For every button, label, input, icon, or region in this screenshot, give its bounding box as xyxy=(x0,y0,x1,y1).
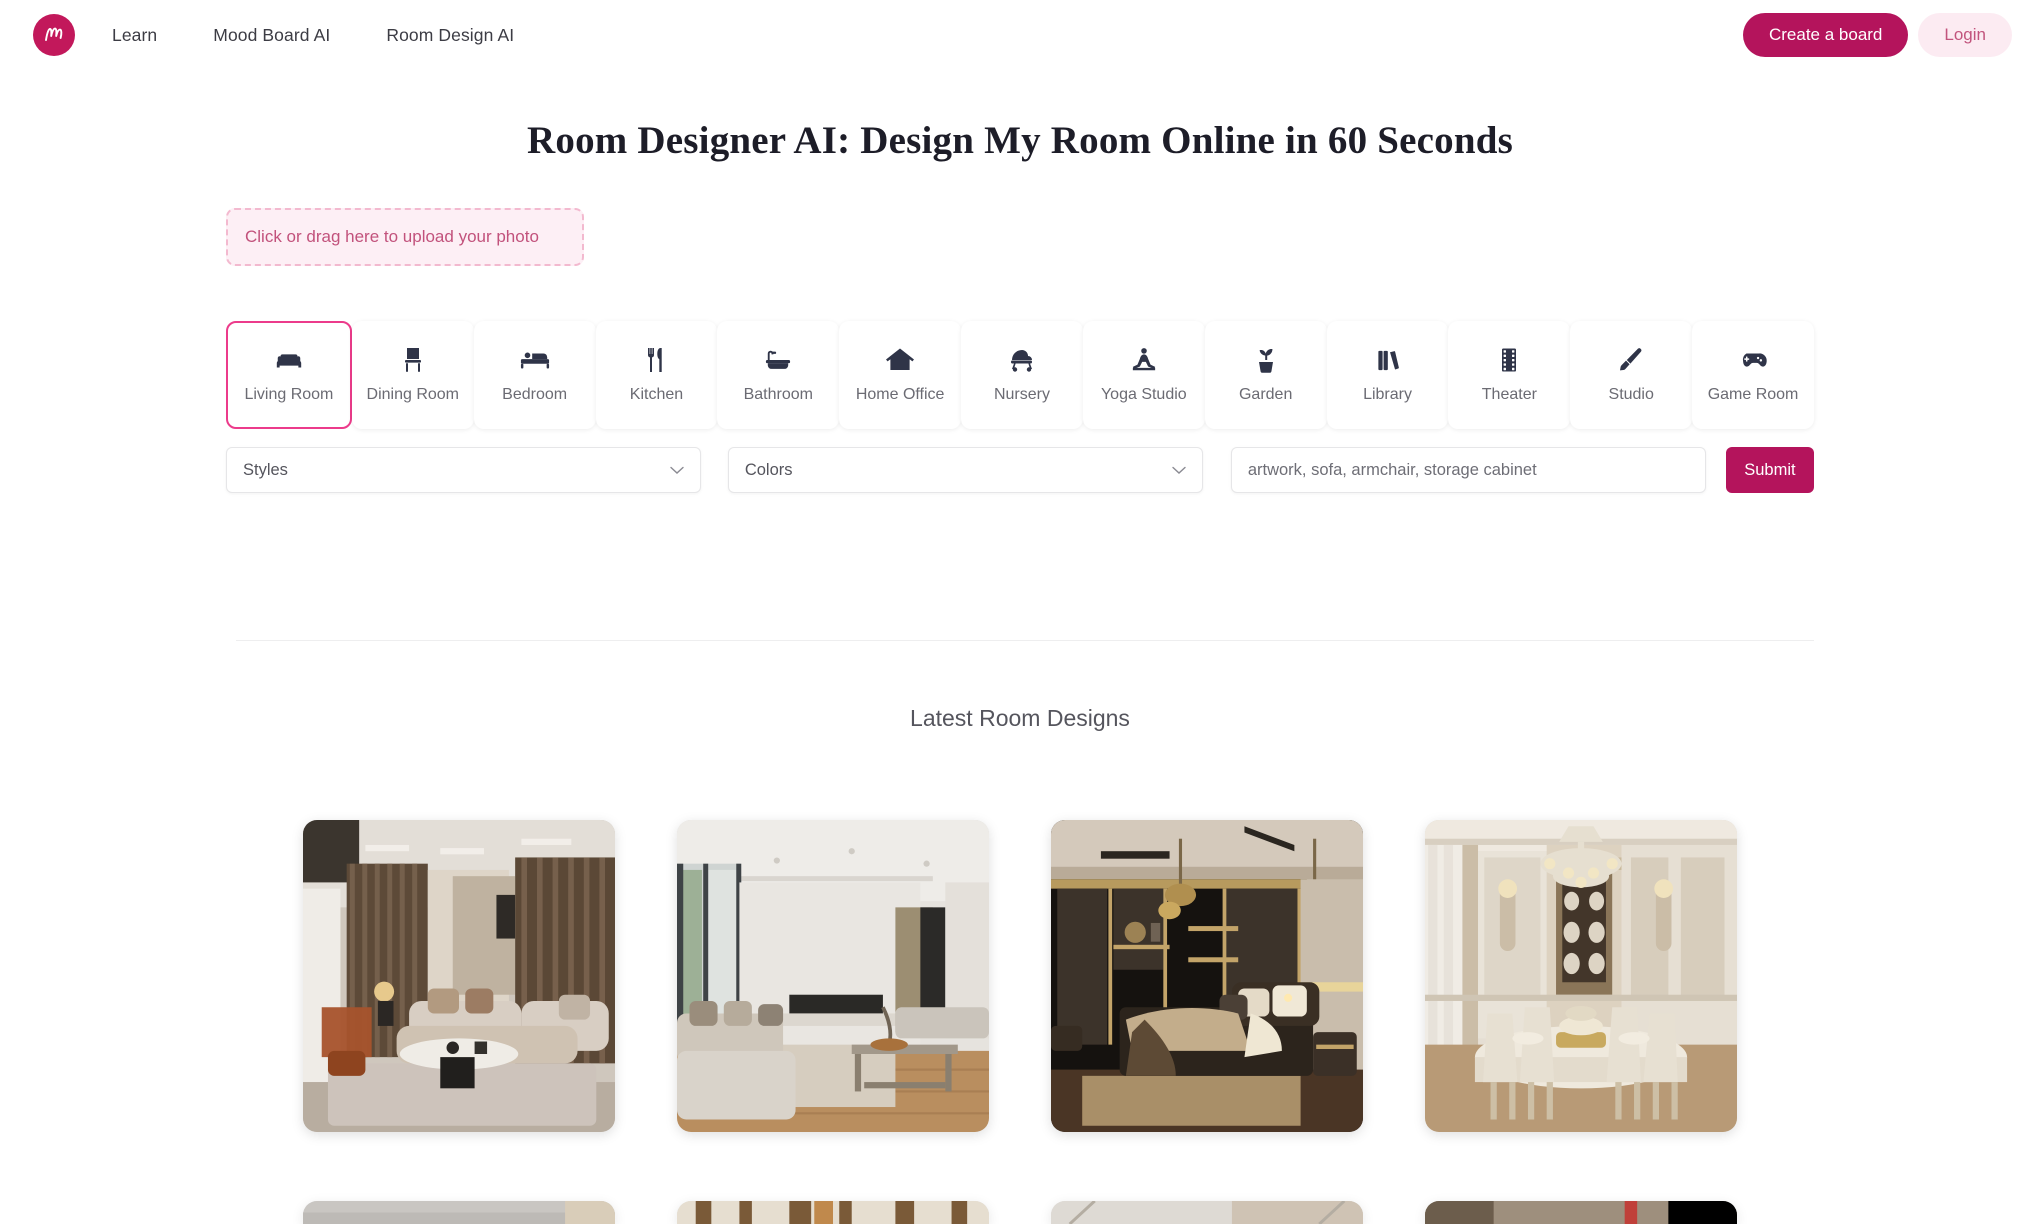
latest-room-designs-gallery-row-2 xyxy=(0,1201,2040,1224)
room-tab-label: Kitchen xyxy=(629,386,684,403)
chevron-down-icon xyxy=(1172,463,1186,478)
section-divider xyxy=(236,640,1814,641)
room-tab-studio[interactable]: Studio xyxy=(1570,321,1693,429)
room-tab-label: Living Room xyxy=(244,385,334,403)
upload-dropzone-label: Click or drag here to upload your photo xyxy=(245,227,539,246)
gallery-card[interactable] xyxy=(1051,820,1363,1132)
room-tab-label: Dining Room xyxy=(366,386,459,403)
chevron-down-icon xyxy=(670,463,684,478)
page-title: Room Designer AI: Design My Room Online … xyxy=(527,119,1513,162)
room-tab-bathroom[interactable]: Bathroom xyxy=(717,321,840,429)
gallery-card-partial[interactable] xyxy=(1425,1201,1737,1224)
login-button[interactable]: Login xyxy=(1918,13,2012,57)
room-tab-nursery[interactable]: Nursery xyxy=(961,321,1083,429)
room-tab-label: Bedroom xyxy=(502,386,568,403)
room-type-tab-list: Living Room Dining Room Bedroom Kitchen Bath… xyxy=(226,321,1814,429)
room-tab-theater[interactable]: Theater xyxy=(1448,321,1571,429)
colors-select[interactable]: Colors xyxy=(727,447,1203,493)
gallery-card-partial[interactable] xyxy=(1051,1201,1363,1224)
room-tab-label: Bathroom xyxy=(743,386,813,403)
design-options-form: Styles Colors Submit xyxy=(226,447,1814,493)
bed-icon xyxy=(520,343,550,377)
styles-select[interactable]: Styles xyxy=(226,447,701,493)
room-tab-label: Home Office xyxy=(855,386,945,403)
photo-upload-dropzone[interactable]: Click or drag here to upload your photo xyxy=(226,208,584,266)
nav-item-mood-board-ai[interactable]: Mood Board AI xyxy=(213,25,330,46)
room-tab-kitchen[interactable]: Kitchen xyxy=(595,321,718,429)
room-tab-label: Yoga Studio xyxy=(1100,386,1187,403)
gallery-card-partial[interactable] xyxy=(677,1201,989,1224)
header-actions: Create a board Login xyxy=(1742,13,2012,57)
room-tab-game-room[interactable]: Game Room xyxy=(1692,321,1814,429)
bathtub-icon xyxy=(765,343,791,377)
room-tab-label: Theater xyxy=(1481,386,1537,403)
styles-select-value: Styles xyxy=(243,460,288,479)
stroller-icon xyxy=(1008,343,1036,377)
room-tab-living-room[interactable]: Living Room xyxy=(226,321,352,429)
fork-knife-icon xyxy=(646,343,666,377)
create-a-board-button[interactable]: Create a board xyxy=(1742,13,1909,57)
room-designer-tool-panel: Click or drag here to upload your photo … xyxy=(226,200,1814,493)
gallery-card[interactable] xyxy=(677,820,989,1132)
room-tab-label: Studio xyxy=(1608,386,1654,403)
gallery-card-partial[interactable] xyxy=(303,1201,615,1224)
paintbrush-icon xyxy=(1619,343,1643,377)
room-tab-label: Nursery xyxy=(993,386,1050,403)
gamepad-icon xyxy=(1738,343,1768,377)
room-tab-library[interactable]: Library xyxy=(1326,321,1449,429)
room-tab-home-office[interactable]: Home Office xyxy=(839,321,962,429)
books-icon xyxy=(1377,343,1399,377)
room-tab-bedroom[interactable]: Bedroom xyxy=(473,321,596,429)
site-header: Learn Mood Board AI Room Design AI Creat… xyxy=(0,0,2040,70)
room-tab-label: Garden xyxy=(1238,386,1293,403)
room-tab-label: Library xyxy=(1363,386,1412,403)
room-tab-garden[interactable]: Garden xyxy=(1204,321,1327,429)
room-tab-label: Game Room xyxy=(1707,386,1799,403)
room-tab-dining-room[interactable]: Dining Room xyxy=(351,321,474,429)
keywords-input[interactable] xyxy=(1247,448,1689,492)
potted-plant-icon xyxy=(1254,343,1278,377)
colors-select-value: Colors xyxy=(744,460,793,479)
nav-item-learn[interactable]: Learn xyxy=(112,25,157,46)
room-tab-yoga-studio[interactable]: Yoga Studio xyxy=(1082,321,1205,429)
main-nav: Learn Mood Board AI Room Design AI xyxy=(112,0,514,70)
film-strip-icon xyxy=(1499,343,1519,377)
gallery-section-title: Latest Room Designs xyxy=(910,705,1130,731)
nav-item-room-design-ai[interactable]: Room Design AI xyxy=(386,25,514,46)
submit-button[interactable]: Submit xyxy=(1725,447,1814,493)
keywords-input-wrapper[interactable] xyxy=(1230,447,1706,493)
form-spacer xyxy=(701,447,728,493)
sofa-icon xyxy=(274,343,304,377)
house-icon xyxy=(886,343,915,377)
moodboard-logo[interactable] xyxy=(33,14,75,56)
gallery-card[interactable] xyxy=(303,820,615,1132)
gallery-card[interactable] xyxy=(1425,820,1737,1132)
yoga-person-icon xyxy=(1131,343,1157,377)
dining-chair-icon xyxy=(401,343,425,377)
latest-room-designs-gallery xyxy=(0,820,2040,1132)
